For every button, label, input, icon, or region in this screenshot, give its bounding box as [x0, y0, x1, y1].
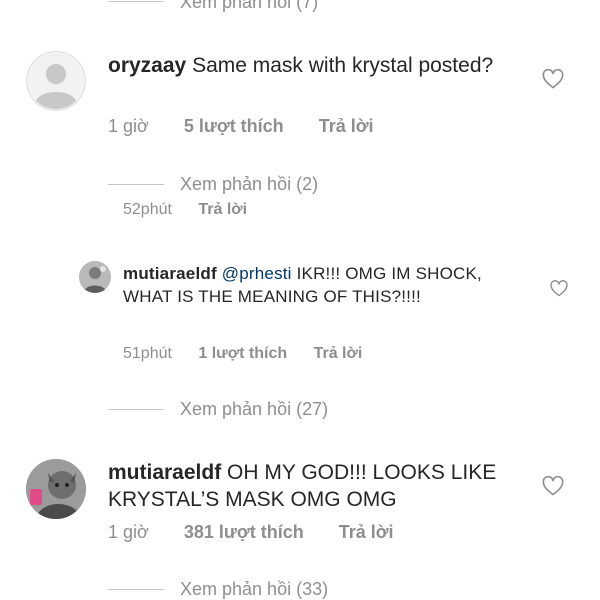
mention-link[interactable]: @prhesti — [222, 264, 292, 283]
like-heart-icon[interactable] — [542, 69, 564, 89]
like-heart-icon[interactable] — [542, 476, 564, 496]
comment-time: 1 giờ — [108, 522, 149, 542]
default-avatar-icon — [26, 51, 86, 111]
comment-meta: 1 giờ 5 lượt thích Trả lời — [108, 116, 374, 137]
avatar[interactable] — [26, 51, 86, 111]
comment-meta: 1 giờ 381 lượt thích Trả lời — [108, 522, 394, 543]
comment-body: Same mask with krystal posted? — [192, 54, 494, 77]
view-replies-link[interactable]: Xem phản hồi (2) — [180, 174, 318, 195]
reply-meta: 51phút 1 lượt thích Trả lời — [123, 345, 362, 363]
comment-text: oryzaay Same mask with krystal posted? — [108, 52, 508, 79]
like-heart-icon[interactable] — [550, 280, 568, 297]
reply-username[interactable]: mutiaraeldf — [123, 264, 217, 283]
comment-username[interactable]: mutiaraeldf — [108, 461, 221, 484]
divider-line — [108, 589, 164, 590]
user-photo-icon — [26, 459, 86, 519]
comment-time: 1 giờ — [108, 116, 149, 136]
reply-meta: 52phút Trả lời — [123, 201, 247, 219]
reply-button[interactable]: Trả lời — [319, 116, 374, 137]
like-count[interactable]: 1 lượt thích — [198, 345, 287, 363]
reply-time: 52phút — [123, 201, 172, 218]
reply-time: 51phút — [123, 345, 172, 362]
like-count[interactable]: 5 lượt thích — [184, 116, 284, 137]
avatar[interactable] — [79, 261, 111, 293]
avatar[interactable] — [26, 459, 86, 519]
divider-line — [108, 1, 164, 2]
reply-button[interactable]: Trả lời — [198, 201, 247, 219]
divider-line — [108, 409, 164, 410]
reply-text: mutiaraeldf @prhesti IKR!!! OMG IM SHOCK… — [123, 262, 513, 308]
user-photo-icon — [79, 261, 111, 293]
view-replies-link[interactable]: Xem phản hồi (27) — [180, 399, 328, 420]
comment-username[interactable]: oryzaay — [108, 54, 186, 77]
reply-button[interactable]: Trả lời — [339, 522, 394, 543]
view-replies-link[interactable]: Xem phản hồi (33) — [180, 579, 328, 600]
comment-text: mutiaraeldf OH MY GOD!!! LOOKS LIKE KRYS… — [108, 459, 528, 513]
reply-button[interactable]: Trả lời — [314, 345, 363, 363]
view-replies-link[interactable]: Xem phản hồi (7) — [180, 0, 318, 13]
divider-line — [108, 184, 164, 185]
like-count[interactable]: 381 lượt thích — [184, 522, 304, 543]
